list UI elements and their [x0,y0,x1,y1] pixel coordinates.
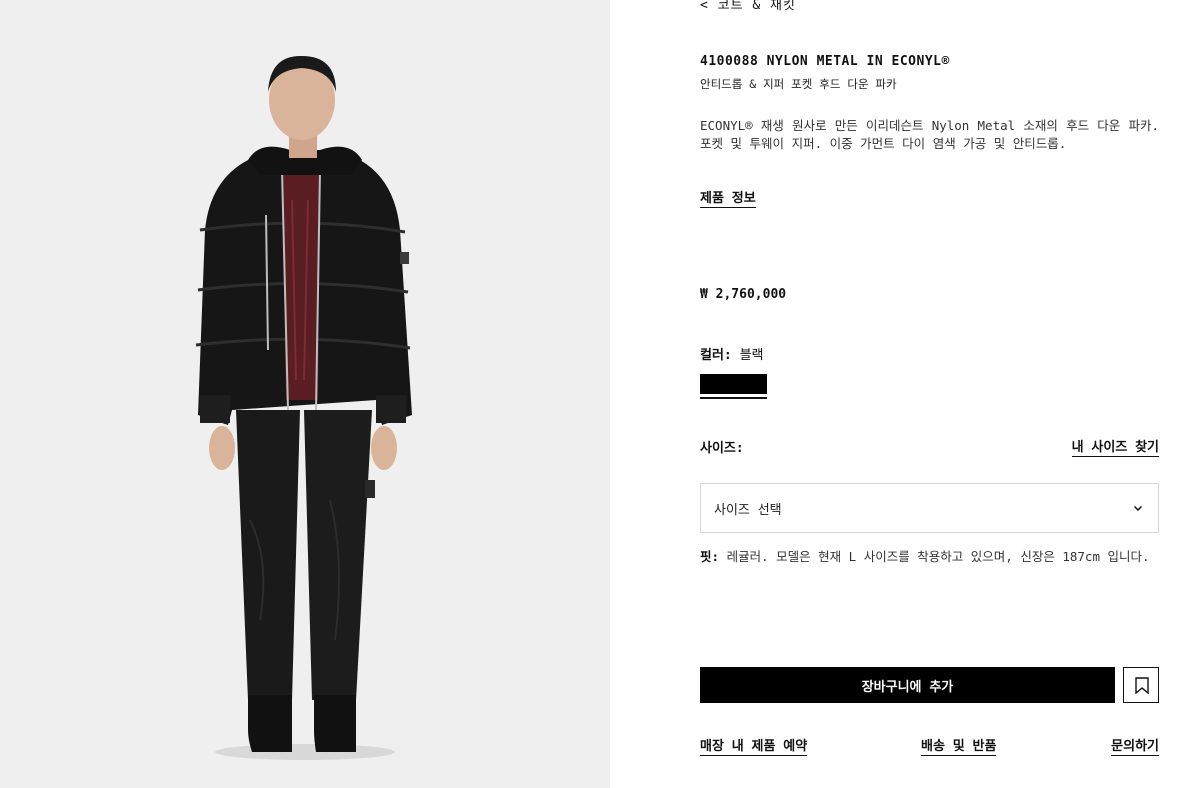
bookmark-icon [1135,677,1149,694]
fit-text: 레귤러. 모델은 현재 L 사이즈를 착용하고 있으며, 신장은 187cm 입… [726,549,1150,564]
breadcrumb-back-link[interactable]: < 코트 & 재킷 [700,0,796,13]
product-subtitle: 안티드롭 & 지퍼 포켓 후드 다운 파카 [700,77,897,91]
color-swatch-black[interactable] [700,374,767,399]
product-info-link[interactable]: 제품 정보 [700,187,756,208]
color-value: 블랙 [739,348,764,363]
add-to-bag-button[interactable]: 장바구니에 추가 [700,667,1115,703]
size-select[interactable]: 사이즈 선택 [700,483,1159,533]
wishlist-button[interactable] [1123,667,1159,703]
color-swatch-fill [700,374,767,394]
fit-label: 핏: [700,549,720,564]
size-select-placeholder: 사이즈 선택 [714,503,782,518]
color-row: 컬러: 블랙 [700,344,764,363]
contact-link[interactable]: 문의하기 [1111,735,1159,756]
size-label: 사이즈: [700,441,744,456]
shipping-returns-link[interactable]: 배송 및 반품 [921,735,997,756]
product-price: ₩ 2,760,000 [700,287,787,302]
product-description: ECONYL® 재생 원사로 만든 이리데슨트 Nylon Metal 소재의 … [700,118,1159,151]
size-guide-link[interactable]: 내 사이즈 찾기 [1071,436,1159,457]
fit-info: 핏: 레귤러. 모델은 현재 L 사이즈를 착용하고 있으며, 신장은 187c… [700,548,1159,566]
color-label: 컬러: [700,348,732,363]
model-illustration [195,55,412,760]
chevron-down-icon [1133,505,1143,512]
product-title: 4100088 NYLON METAL IN ECONYL® [700,54,950,69]
product-image[interactable] [0,0,610,788]
product-info-panel: < 코트 & 재킷 4100088 NYLON METAL IN ECONYL®… [700,0,1159,788]
store-reserve-link[interactable]: 매장 내 제품 예약 [700,735,808,756]
